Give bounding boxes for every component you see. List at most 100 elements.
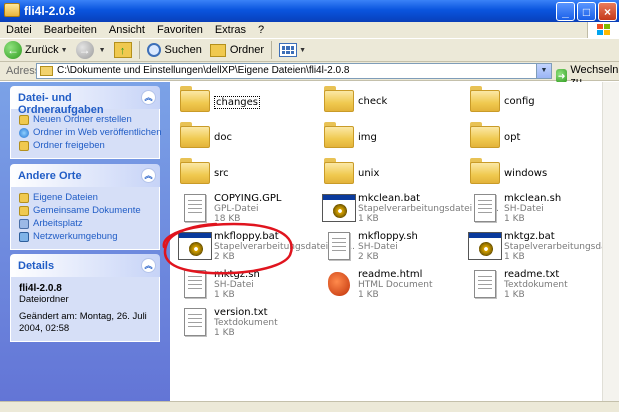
file-size: 1 KB xyxy=(504,214,525,224)
menu-bar: Datei Bearbeiten Ansicht Favoriten Extra… xyxy=(0,22,619,38)
my-documents-icon xyxy=(19,192,29,203)
place-my-computer[interactable]: Arbeitsplatz xyxy=(19,217,151,230)
back-button[interactable]: ← Zurück ▼ xyxy=(0,39,72,61)
menu-ansicht[interactable]: Ansicht xyxy=(103,24,151,36)
text-file-icon xyxy=(474,194,496,222)
folder-item[interactable]: opt xyxy=(464,120,604,156)
file-type: Textdokument xyxy=(214,318,278,328)
folder-icon xyxy=(180,122,210,148)
file-type: SH-Datei xyxy=(504,204,544,214)
detail-name: fli4l-2.0.8 xyxy=(19,283,62,294)
item-name: doc xyxy=(214,132,232,143)
folder-item[interactable]: changes xyxy=(174,84,314,120)
panel-title: Details xyxy=(18,260,55,272)
menu-bearbeiten[interactable]: Bearbeiten xyxy=(38,24,103,36)
forward-button[interactable]: → ▼ xyxy=(72,39,110,61)
folder-item[interactable]: config xyxy=(464,84,604,120)
file-item[interactable]: version.txt Textdokument 1 KB xyxy=(174,306,314,342)
task-publish-web[interactable]: Ordner im Web veröffentlichen xyxy=(19,126,162,139)
chevron-down-icon[interactable]: ▼ xyxy=(536,64,551,78)
folder-up-icon: ↑ xyxy=(113,42,132,58)
file-name: mkfloppy.sh xyxy=(358,231,418,242)
go-arrow-icon: ➜ xyxy=(556,69,568,83)
new-folder-icon xyxy=(19,114,29,125)
chevron-down-icon[interactable]: ▼ xyxy=(99,47,106,54)
maximize-button[interactable]: □ xyxy=(577,2,596,21)
menu-datei[interactable]: Datei xyxy=(0,24,38,36)
folder-item[interactable]: check xyxy=(318,84,458,120)
folder-item[interactable]: unix xyxy=(318,156,458,192)
folder-icon xyxy=(4,3,20,17)
detail-changed: Geändert am: Montag, 26. Juli 2004, 02:5… xyxy=(19,311,147,334)
vertical-scrollbar[interactable] xyxy=(602,82,619,401)
text-file-icon xyxy=(184,194,206,222)
text-file-icon xyxy=(184,308,206,336)
place-my-documents[interactable]: Eigene Dateien xyxy=(19,191,151,204)
file-item[interactable]: mkfloppy.sh SH-Datei 2 KB xyxy=(318,230,458,266)
file-type: SH-Datei xyxy=(358,242,398,252)
details-panel: Details ︽ fli4l-2.0.8 Dateiordner Geände… xyxy=(10,254,160,342)
up-button[interactable]: ↑ xyxy=(110,39,136,61)
file-size: 1 KB xyxy=(504,290,525,300)
folder-icon xyxy=(470,86,500,112)
menu-extras[interactable]: Extras xyxy=(209,24,252,36)
file-item[interactable]: readme.txt Textdokument 1 KB xyxy=(464,268,604,304)
folder-item[interactable]: src xyxy=(174,156,314,192)
file-view: changes check config doc img opt src uni… xyxy=(162,82,619,401)
collapse-icon[interactable]: ︽ xyxy=(141,258,156,273)
panel-body: Neuen Ordner erstellen Ordner im Web ver… xyxy=(10,109,162,159)
folder-item[interactable]: img xyxy=(318,120,458,156)
file-type: HTML Document xyxy=(358,280,433,290)
address-field[interactable]: C:\Dokumente und Einstellungen\dellXP\Ei… xyxy=(36,63,552,79)
toolbar: ← Zurück ▼ → ▼ ↑ Suchen Ordner ▼ xyxy=(0,38,619,62)
collapse-icon[interactable]: ︽ xyxy=(141,168,156,183)
folder-icon xyxy=(470,158,500,184)
search-button[interactable]: Suchen xyxy=(143,39,206,61)
file-size: 1 KB xyxy=(214,328,235,338)
place-shared-documents[interactable]: Gemeinsame Dokumente xyxy=(19,204,151,217)
folder-item[interactable]: windows xyxy=(464,156,604,192)
panel-title: Andere Orte xyxy=(18,170,82,182)
item-name: opt xyxy=(504,132,521,143)
task-pane: Datei- und Ordneraufgaben ︽ Neuen Ordner… xyxy=(0,82,170,401)
panel-header[interactable]: Andere Orte ︽ xyxy=(10,164,160,187)
item-name: check xyxy=(358,96,388,107)
item-name: unix xyxy=(358,168,380,179)
panel-header[interactable]: Details ︽ xyxy=(10,254,160,277)
file-name: readme.txt xyxy=(504,269,560,280)
file-size: 1 KB xyxy=(504,252,525,262)
back-arrow-icon: ← xyxy=(4,41,22,59)
file-item[interactable]: mkclean.sh SH-Datei 1 KB xyxy=(464,192,604,228)
task-label: Ordner freigeben xyxy=(33,140,105,151)
folders-icon xyxy=(209,43,226,57)
status-bar xyxy=(0,401,619,412)
file-item[interactable]: mktgz.bat Stapelverarbeitungsdatei für .… xyxy=(464,230,619,266)
panel-body: fli4l-2.0.8 Dateiordner Geändert am: Mon… xyxy=(10,277,160,342)
minimize-button[interactable]: _ xyxy=(556,2,575,21)
window-title: fli4l-2.0.8 xyxy=(24,4,76,18)
menu-favoriten[interactable]: Favoriten xyxy=(151,24,209,36)
folder-item[interactable]: doc xyxy=(174,120,314,156)
task-share-folder[interactable]: Ordner freigeben xyxy=(19,139,151,152)
menu-help[interactable]: ? xyxy=(252,24,270,36)
file-size: 1 KB xyxy=(214,290,235,300)
collapse-icon[interactable]: ︽ xyxy=(141,90,156,105)
address-bar: Adresse C:\Dokumente und Einstellungen\d… xyxy=(0,62,619,88)
views-button[interactable]: ▼ xyxy=(275,39,310,61)
search-icon xyxy=(146,43,161,57)
toolbar-separator xyxy=(138,41,140,59)
close-button[interactable]: × xyxy=(598,2,617,21)
share-folder-icon xyxy=(19,140,29,151)
chevron-down-icon[interactable]: ▼ xyxy=(299,47,306,54)
folder-icon xyxy=(470,122,500,148)
file-item[interactable]: mkclean.bat Stapelverarbeitungsdatei für… xyxy=(318,192,499,228)
folders-button[interactable]: Ordner xyxy=(206,39,268,61)
panel-header[interactable]: Datei- und Ordneraufgaben ︽ xyxy=(10,86,160,116)
folder-icon xyxy=(324,86,354,112)
place-network[interactable]: Netzwerkumgebung xyxy=(19,230,151,243)
file-item[interactable]: readme.html HTML Document 1 KB xyxy=(318,268,458,304)
text-file-icon xyxy=(474,270,496,298)
file-name: mkclean.sh xyxy=(504,193,562,204)
chevron-down-icon[interactable]: ▼ xyxy=(61,47,68,54)
highlight-circle xyxy=(162,222,293,275)
